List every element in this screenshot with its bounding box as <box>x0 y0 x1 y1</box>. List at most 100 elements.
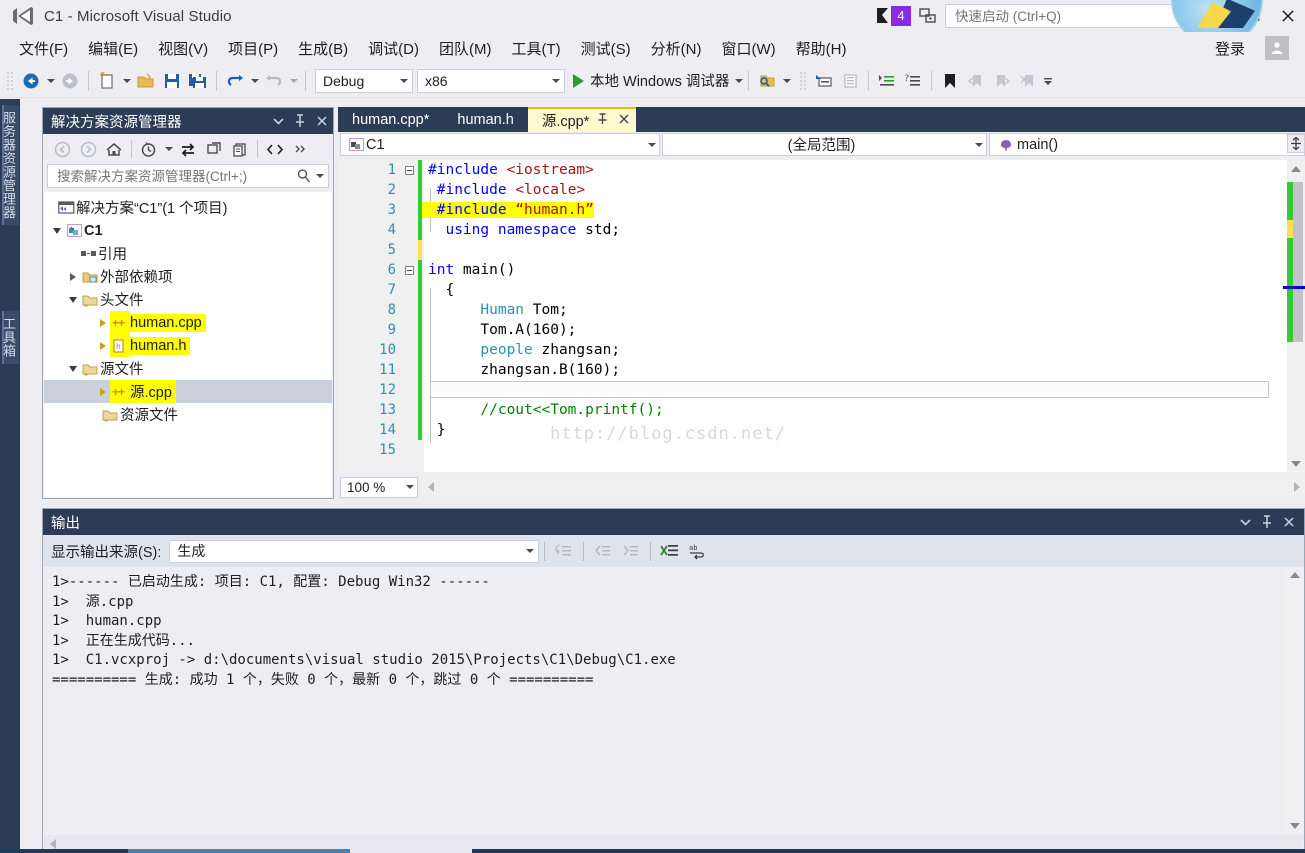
sidebar-tab-server-explorer[interactable]: 服务器资源管理器 <box>1 105 19 225</box>
fold-collapse-icon[interactable] <box>400 265 418 275</box>
chevron-down-icon[interactable] <box>648 142 656 147</box>
properties-icon[interactable] <box>262 137 288 161</box>
code-line[interactable]: 15 <box>338 440 1287 460</box>
quick-launch-input[interactable] <box>953 7 1174 25</box>
output-vertical-scrollbar[interactable] <box>1286 567 1303 834</box>
scroll-down-icon[interactable] <box>1286 818 1303 834</box>
close-icon[interactable] <box>311 110 333 132</box>
tree-node-header-files[interactable]: 头文件 <box>44 288 332 311</box>
chevron-down-icon[interactable] <box>400 78 408 83</box>
editor-tab-human-cpp[interactable]: human.cpp* <box>338 107 443 132</box>
scroll-up-icon[interactable] <box>1287 160 1305 177</box>
solution-configuration-combo[interactable]: Debug <box>315 68 413 93</box>
start-debugging-button[interactable]: 本地 Windows 调试器 <box>573 70 744 91</box>
pending-changes-dropdown[interactable] <box>162 136 175 162</box>
code-line[interactable]: 9 Tom.A(160); <box>338 320 1287 340</box>
home-icon[interactable] <box>101 137 127 161</box>
menu-item-project[interactable]: 项目(P) <box>219 35 287 62</box>
toolbar-overflow-button[interactable] <box>1041 68 1054 94</box>
close-button[interactable] <box>1271 2 1305 30</box>
expander-down-icon[interactable] <box>50 219 64 242</box>
navbar-project-combo[interactable]: C1 <box>340 133 660 156</box>
tree-node-human-h[interactable]: h human.h <box>44 334 332 357</box>
clear-all-icon[interactable] <box>656 538 684 564</box>
navigate-back-dropdown[interactable] <box>44 68 57 94</box>
editor-tab-human-h[interactable]: human.h <box>443 107 527 132</box>
zoom-level-combo[interactable]: 100 % <box>340 476 418 498</box>
taskbar-item-1[interactable] <box>128 849 350 853</box>
chevron-down-icon[interactable] <box>267 110 289 132</box>
editor-tab-yuan-cpp[interactable]: 源.cpp* <box>527 107 637 132</box>
search-icon[interactable] <box>296 168 316 184</box>
feedback-icon[interactable] <box>915 5 941 27</box>
tree-node-source-files[interactable]: 源文件 <box>44 357 332 380</box>
menu-item-tools[interactable]: 工具(T) <box>502 35 569 62</box>
toggle-word-wrap-icon[interactable]: ab <box>684 538 712 564</box>
code-line[interactable]: 12 <box>338 380 1287 400</box>
navigate-back-icon[interactable] <box>18 68 44 94</box>
search-options-chevron-down-icon[interactable] <box>316 174 324 178</box>
decrease-indent-icon[interactable]: ? <box>900 68 926 94</box>
new-project-icon[interactable] <box>94 68 120 94</box>
find-in-files-icon[interactable] <box>754 68 780 94</box>
scroll-right-icon[interactable] <box>1288 479 1305 496</box>
user-account-icon[interactable] <box>1265 36 1289 60</box>
toolbar-overflow-icon[interactable] <box>288 137 314 161</box>
pin-icon[interactable] <box>1256 511 1278 533</box>
tree-node-solution[interactable]: 解决方案“C1”(1 个项目) <box>44 196 332 219</box>
tree-node-external-deps[interactable]: 外部依赖项 <box>44 265 332 288</box>
menu-item-edit[interactable]: 编辑(E) <box>79 35 147 62</box>
notifications-button[interactable]: 4 <box>875 6 911 26</box>
undo-icon[interactable] <box>222 68 248 94</box>
quick-launch-box[interactable] <box>945 4 1195 28</box>
menu-item-debug[interactable]: 调试(D) <box>359 35 428 62</box>
chevron-down-icon[interactable] <box>526 549 535 553</box>
comment-selection-icon[interactable] <box>811 68 837 94</box>
pending-changes-icon[interactable] <box>136 137 162 161</box>
chevron-down-icon[interactable] <box>406 485 414 489</box>
menu-item-window[interactable]: 窗口(W) <box>712 35 784 62</box>
collapse-all-icon[interactable] <box>227 137 253 161</box>
code-line[interactable]: 7 { <box>338 280 1287 300</box>
sync-with-active-document-icon[interactable] <box>175 137 201 161</box>
tree-node-resource-files[interactable]: 资源文件 <box>44 403 332 426</box>
menu-item-help[interactable]: 帮助(H) <box>787 35 856 62</box>
increase-indent-icon[interactable] <box>874 68 900 94</box>
code-line[interactable]: 6 int main() <box>338 260 1287 280</box>
code-line[interactable]: 13 //cout<<Tom.printf(); <box>338 400 1287 420</box>
code-line[interactable]: 11 zhangsan.B(160); <box>338 360 1287 380</box>
scroll-down-icon[interactable] <box>1287 455 1305 472</box>
sign-in-link[interactable]: 登录 <box>1215 38 1245 59</box>
taskbar-item-2[interactable] <box>350 849 472 853</box>
expander-right-icon[interactable] <box>96 380 110 403</box>
output-source-combo[interactable]: 生成 <box>169 539 540 563</box>
editor-vertical-scrollbar[interactable] <box>1283 160 1305 472</box>
scroll-left-icon[interactable] <box>44 839 61 849</box>
code-line[interactable]: 8 Human Tom; <box>338 300 1287 320</box>
close-icon[interactable] <box>618 113 630 128</box>
fold-collapse-icon[interactable] <box>400 165 418 175</box>
menu-item-build[interactable]: 生成(B) <box>289 35 357 62</box>
chevron-down-icon[interactable] <box>552 78 560 83</box>
code-line[interactable]: 14 } <box>338 420 1287 440</box>
navbar-member-combo[interactable]: main() <box>989 133 1305 156</box>
search-input[interactable] <box>55 167 296 185</box>
code-line[interactable]: 10 people zhangsan; <box>338 340 1287 360</box>
editor-horizontal-scrollbar[interactable] <box>422 478 1305 496</box>
tree-node-yuan-cpp[interactable]: ++ 源.cpp <box>44 380 332 403</box>
expander-right-icon[interactable] <box>66 265 80 288</box>
code-line[interactable]: 1 #include <iostream> <box>338 160 1287 180</box>
menu-item-analyze[interactable]: 分析(N) <box>642 35 711 62</box>
open-file-icon[interactable] <box>133 68 159 94</box>
expander-down-icon[interactable] <box>66 357 80 380</box>
output-text-content[interactable]: 1>------ 已启动生成: 项目: C1, 配置: Debug Win32 … <box>44 567 1303 834</box>
undo-dropdown[interactable] <box>248 68 261 94</box>
save-all-icon[interactable] <box>185 68 211 94</box>
new-project-dropdown[interactable] <box>120 68 133 94</box>
menu-item-team[interactable]: 团队(M) <box>430 35 501 62</box>
refresh-icon[interactable] <box>201 137 227 161</box>
sidebar-tab-toolbox[interactable]: 工具箱 <box>1 311 19 364</box>
close-icon[interactable] <box>1278 511 1300 533</box>
find-dropdown[interactable] <box>780 68 793 94</box>
code-line[interactable]: 5 <box>338 240 1287 260</box>
